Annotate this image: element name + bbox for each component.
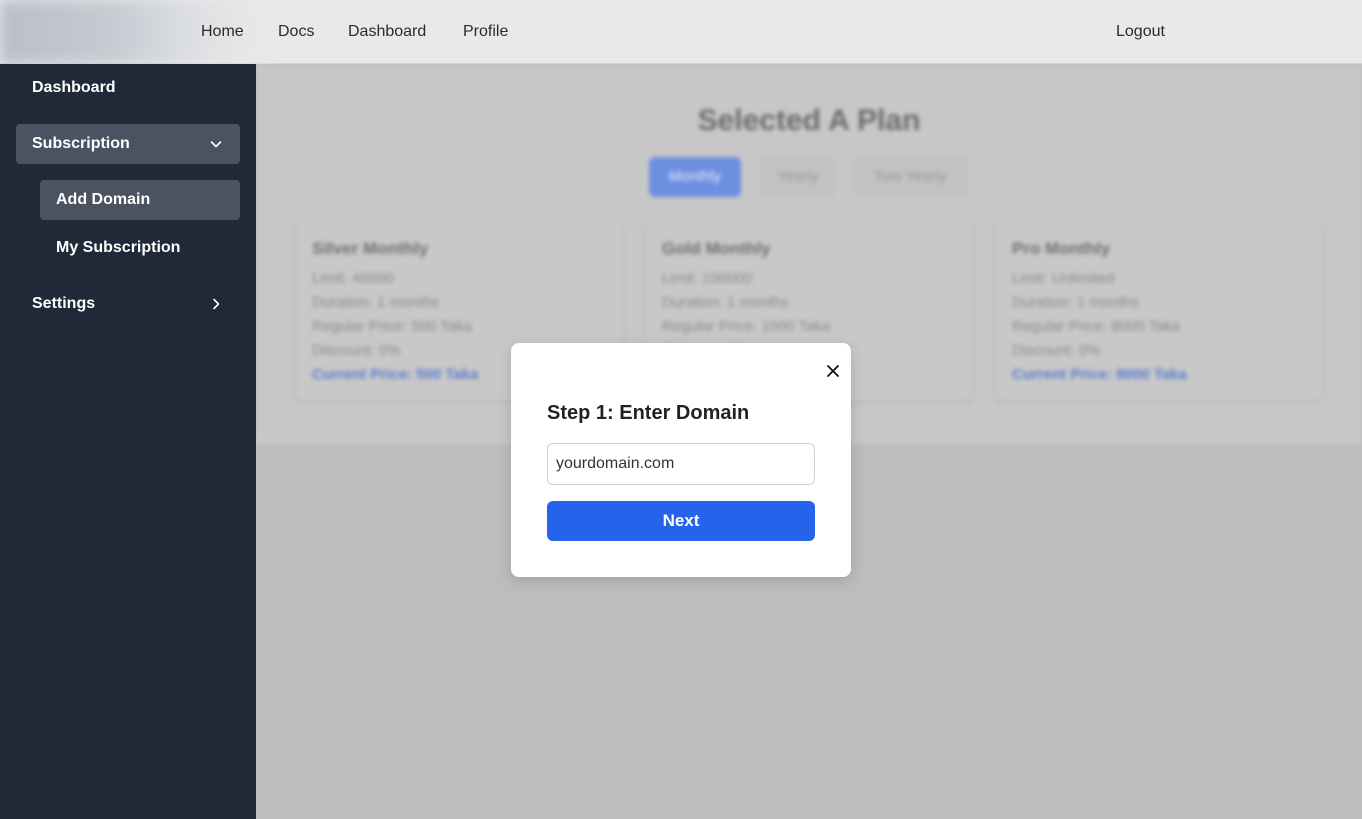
nav-docs-link[interactable]: Docs bbox=[278, 22, 314, 42]
tab-monthly[interactable]: Monthly bbox=[649, 157, 741, 197]
plan-regular-price: Regular Price: 8000 Taka bbox=[1012, 318, 1181, 335]
plan-card-pro[interactable]: Pro Monthly Limit: Unlimited Duration: 1… bbox=[996, 221, 1322, 401]
plan-name: Gold Monthly bbox=[662, 239, 771, 258]
sidebar-item-label: Settings bbox=[32, 295, 96, 312]
logout-link[interactable]: Logout bbox=[1116, 22, 1165, 42]
plan-name: Pro Monthly bbox=[1012, 239, 1111, 258]
plan-duration: Duration: 1 months bbox=[662, 294, 789, 311]
plan-discount: Discount: 0% bbox=[1012, 342, 1101, 359]
close-icon[interactable] bbox=[825, 363, 841, 379]
sidebar-item-label: Add Domain bbox=[56, 191, 151, 208]
sidebar-item-label: Dashboard bbox=[32, 79, 116, 96]
plan-limit: Limit: 100000 bbox=[662, 270, 753, 287]
chevron-down-icon bbox=[210, 141, 222, 148]
nav-home-link[interactable]: Home bbox=[201, 22, 244, 42]
nav-profile-link[interactable]: Profile bbox=[463, 22, 508, 42]
sidebar: Dashboard Subscription Add Domain My Sub… bbox=[0, 64, 256, 819]
sidebar-item-settings[interactable]: Settings bbox=[16, 284, 240, 324]
sidebar-item-dashboard[interactable]: Dashboard bbox=[16, 68, 240, 108]
sidebar-item-label: Subscription bbox=[32, 135, 130, 152]
modal-title: Step 1: Enter Domain bbox=[547, 402, 750, 424]
tab-two-yearly[interactable]: Two Yearly bbox=[853, 157, 968, 197]
plan-limit: Limit: 40000 bbox=[312, 270, 394, 287]
chevron-right-icon bbox=[213, 298, 220, 310]
top-navbar: Home Docs Dashboard Profile Logout bbox=[0, 0, 1362, 64]
plan-regular-price: Regular Price: 500 Taka bbox=[312, 318, 472, 335]
next-button[interactable]: Next bbox=[547, 501, 815, 541]
plan-name: Silver Monthly bbox=[312, 239, 429, 258]
enter-domain-modal: Step 1: Enter Domain Next bbox=[511, 343, 851, 577]
tab-yearly[interactable]: Yearly bbox=[760, 157, 836, 197]
plan-regular-price: Regular Price: 1000 Taka bbox=[662, 318, 831, 335]
sidebar-item-label: My Subscription bbox=[56, 239, 181, 256]
plan-duration: Duration: 1 months bbox=[1012, 294, 1139, 311]
plan-duration: Duration: 1 months bbox=[312, 294, 439, 311]
page-title: Selected A Plan bbox=[697, 104, 921, 137]
sidebar-item-add-domain[interactable]: Add Domain bbox=[40, 180, 240, 220]
nav-dashboard-link[interactable]: Dashboard bbox=[348, 22, 426, 42]
domain-input[interactable] bbox=[547, 443, 815, 485]
sidebar-item-subscription[interactable]: Subscription bbox=[16, 124, 240, 164]
plan-current-price: Current Price: 8000 Taka bbox=[1012, 366, 1187, 383]
plan-limit: Limit: Unlimited bbox=[1012, 270, 1115, 287]
sidebar-item-my-subscription[interactable]: My Subscription bbox=[40, 228, 240, 268]
